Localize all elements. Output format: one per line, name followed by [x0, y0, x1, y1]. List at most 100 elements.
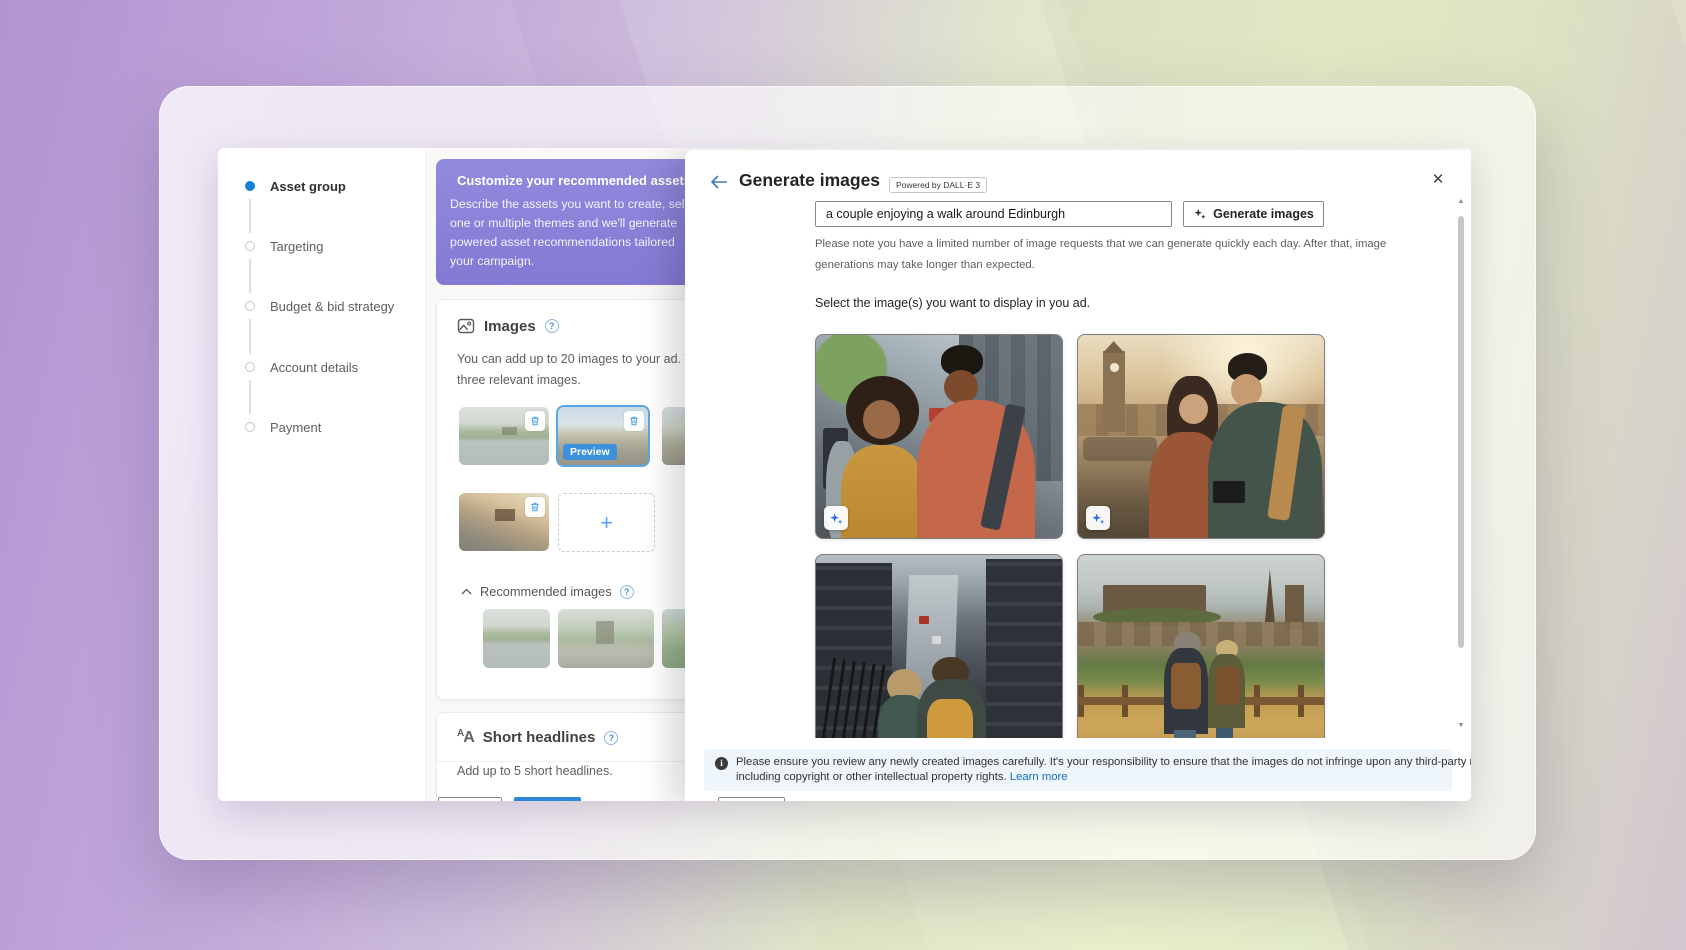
- short-headlines-title: Short headlines: [483, 729, 596, 746]
- selected-image-thumbnail[interactable]: Preview: [558, 407, 648, 465]
- font-icon: AA: [457, 728, 474, 747]
- rate-limit-note-line: Please note you have a limited number of…: [815, 238, 1386, 250]
- castle-silhouette: [495, 509, 515, 521]
- banner-text-line: powered asset recommendations tailored: [450, 233, 688, 252]
- yellow-backpack: [927, 699, 974, 738]
- step-dot: [245, 241, 255, 251]
- ai-generated-badge: [1086, 506, 1110, 530]
- clock-face: [1110, 363, 1119, 371]
- ai-sparkle-icon: [829, 511, 844, 526]
- select-instruction: Select the image(s) you want to display …: [815, 296, 1090, 310]
- disclaimer-text-line: including copyright or other intellectua…: [736, 771, 1068, 783]
- banner-text-line: one or multiple themes and we'll generat…: [450, 214, 688, 233]
- generated-image-couple-at-castle-viewpoint[interactable]: [1077, 554, 1325, 738]
- add-image-tile[interactable]: +: [558, 493, 655, 552]
- woman-backpack: [1216, 667, 1241, 706]
- plus-icon: +: [600, 510, 613, 536]
- recommended-assets-banner: Customize your recommended assets Descri…: [436, 159, 702, 285]
- camera: [1213, 481, 1245, 503]
- banner-text-line: Describe the assets you want to create, …: [450, 195, 688, 214]
- stepper-item-targeting[interactable]: Targeting: [218, 236, 426, 256]
- powered-by-badge: Powered by DALL·E 3: [889, 177, 987, 193]
- help-icon[interactable]: ?: [620, 585, 634, 599]
- car: [932, 636, 942, 644]
- dialog-close-button-partial[interactable]: [718, 797, 785, 801]
- disclaimer-text: including copyright or other intellectua…: [736, 771, 1007, 783]
- generated-image-couple-on-old-town-street[interactable]: [815, 554, 1063, 738]
- step-label: Account details: [270, 360, 358, 375]
- generate-images-button-label: Generate images: [1213, 207, 1314, 221]
- dialog-scrollbar[interactable]: ▲ ▼: [1455, 196, 1467, 734]
- stepper-item-budget-bid-strategy[interactable]: Budget & bid strategy: [218, 296, 426, 316]
- next-button-partial[interactable]: [514, 797, 581, 801]
- stepper-connector: [249, 259, 251, 293]
- step-label: Asset group: [270, 179, 346, 194]
- trash-icon[interactable]: [525, 411, 545, 431]
- dialog-title: Generate images: [739, 170, 880, 191]
- stepper-connector: [249, 380, 251, 414]
- chevron-up-icon: [461, 588, 472, 595]
- step-dot: [245, 301, 255, 311]
- man-face: [944, 370, 978, 405]
- man-sweater: [1208, 402, 1321, 539]
- ai-sparkle-icon: [1091, 511, 1106, 526]
- sparkles-icon: [1193, 207, 1207, 221]
- stepper-item-payment[interactable]: Payment: [218, 417, 426, 437]
- disclaimer-text-line: Please ensure you review any newly creat…: [736, 756, 1471, 768]
- step-active-dot: [245, 181, 255, 191]
- images-card-title: Images: [484, 318, 536, 335]
- man-backpack: [1171, 663, 1201, 710]
- dialog-scroll-area: Generate images Powered by DALL·E 3 Gene…: [685, 150, 1471, 738]
- woman-sweater: [841, 445, 925, 539]
- stepper-item-account-details[interactable]: Account details: [218, 357, 426, 377]
- ai-generated-badge: [824, 506, 848, 530]
- info-icon: i: [715, 757, 728, 770]
- recommended-images-toggle[interactable]: Recommended images ?: [461, 584, 634, 599]
- woman-face: [863, 400, 900, 439]
- prompt-input[interactable]: [815, 201, 1172, 227]
- trash-icon[interactable]: [525, 497, 545, 517]
- help-icon[interactable]: ?: [604, 731, 618, 745]
- uploaded-image-thumbnail[interactable]: [459, 493, 549, 551]
- recommended-image-thumbnail[interactable]: [483, 609, 550, 668]
- preview-badge: Preview: [563, 444, 617, 460]
- stepper-item-asset-group[interactable]: Asset group: [218, 176, 426, 196]
- rate-limit-note-line: generations may take longer than expecte…: [815, 259, 1035, 271]
- generated-image-couple-walking-edinburgh-street[interactable]: [815, 334, 1063, 539]
- banner-text-line: your campaign.: [450, 252, 688, 271]
- fountain-silhouette: [596, 621, 613, 645]
- back-arrow-icon: [710, 175, 728, 189]
- close-icon: ✕: [1432, 170, 1445, 188]
- castle-silhouette: [502, 427, 516, 435]
- woman-jeans: [1216, 728, 1233, 738]
- close-button[interactable]: ✕: [1427, 168, 1449, 190]
- man-jeans: [1174, 730, 1196, 738]
- learn-more-link[interactable]: Learn more: [1010, 771, 1068, 783]
- trash-icon[interactable]: [624, 411, 644, 431]
- step-label: Targeting: [270, 239, 323, 254]
- generated-image-couple-overlooking-edinburgh-skyline[interactable]: [1077, 334, 1325, 539]
- uploaded-image-thumbnail[interactable]: [459, 407, 549, 465]
- campaign-stepper-sidebar: Asset group Targeting Budget & bid strat…: [218, 148, 427, 801]
- banner-title: Customize your recommended assets: [457, 173, 691, 188]
- scroll-up-arrow-icon[interactable]: ▲: [1455, 196, 1467, 208]
- desktop-background: Asset group Targeting Budget & bid strat…: [0, 0, 1686, 950]
- generate-images-button[interactable]: Generate images: [1183, 201, 1324, 227]
- step-label: Budget & bid strategy: [270, 299, 394, 314]
- generate-images-dialog: Generate images Powered by DALL·E 3 Gene…: [685, 150, 1471, 801]
- step-dot: [245, 422, 255, 432]
- back-button[interactable]: [707, 171, 731, 193]
- scroll-down-arrow-icon[interactable]: ▼: [1455, 720, 1467, 732]
- car: [919, 616, 929, 624]
- app-screen: Asset group Targeting Budget & bid strat…: [218, 148, 1471, 801]
- browser-window-frame: Asset group Targeting Budget & bid strat…: [159, 86, 1536, 860]
- back-button-partial[interactable]: [438, 797, 502, 801]
- image-icon: [457, 317, 475, 335]
- recommended-image-thumbnail[interactable]: [558, 609, 654, 668]
- step-dot: [245, 362, 255, 372]
- buildings-row: [1078, 622, 1324, 646]
- stepper-connector: [249, 199, 251, 233]
- scrollbar-thumb[interactable]: [1458, 216, 1464, 648]
- disclaimer-bar: i Please ensure you review any newly cre…: [704, 749, 1452, 791]
- help-icon[interactable]: ?: [545, 319, 559, 333]
